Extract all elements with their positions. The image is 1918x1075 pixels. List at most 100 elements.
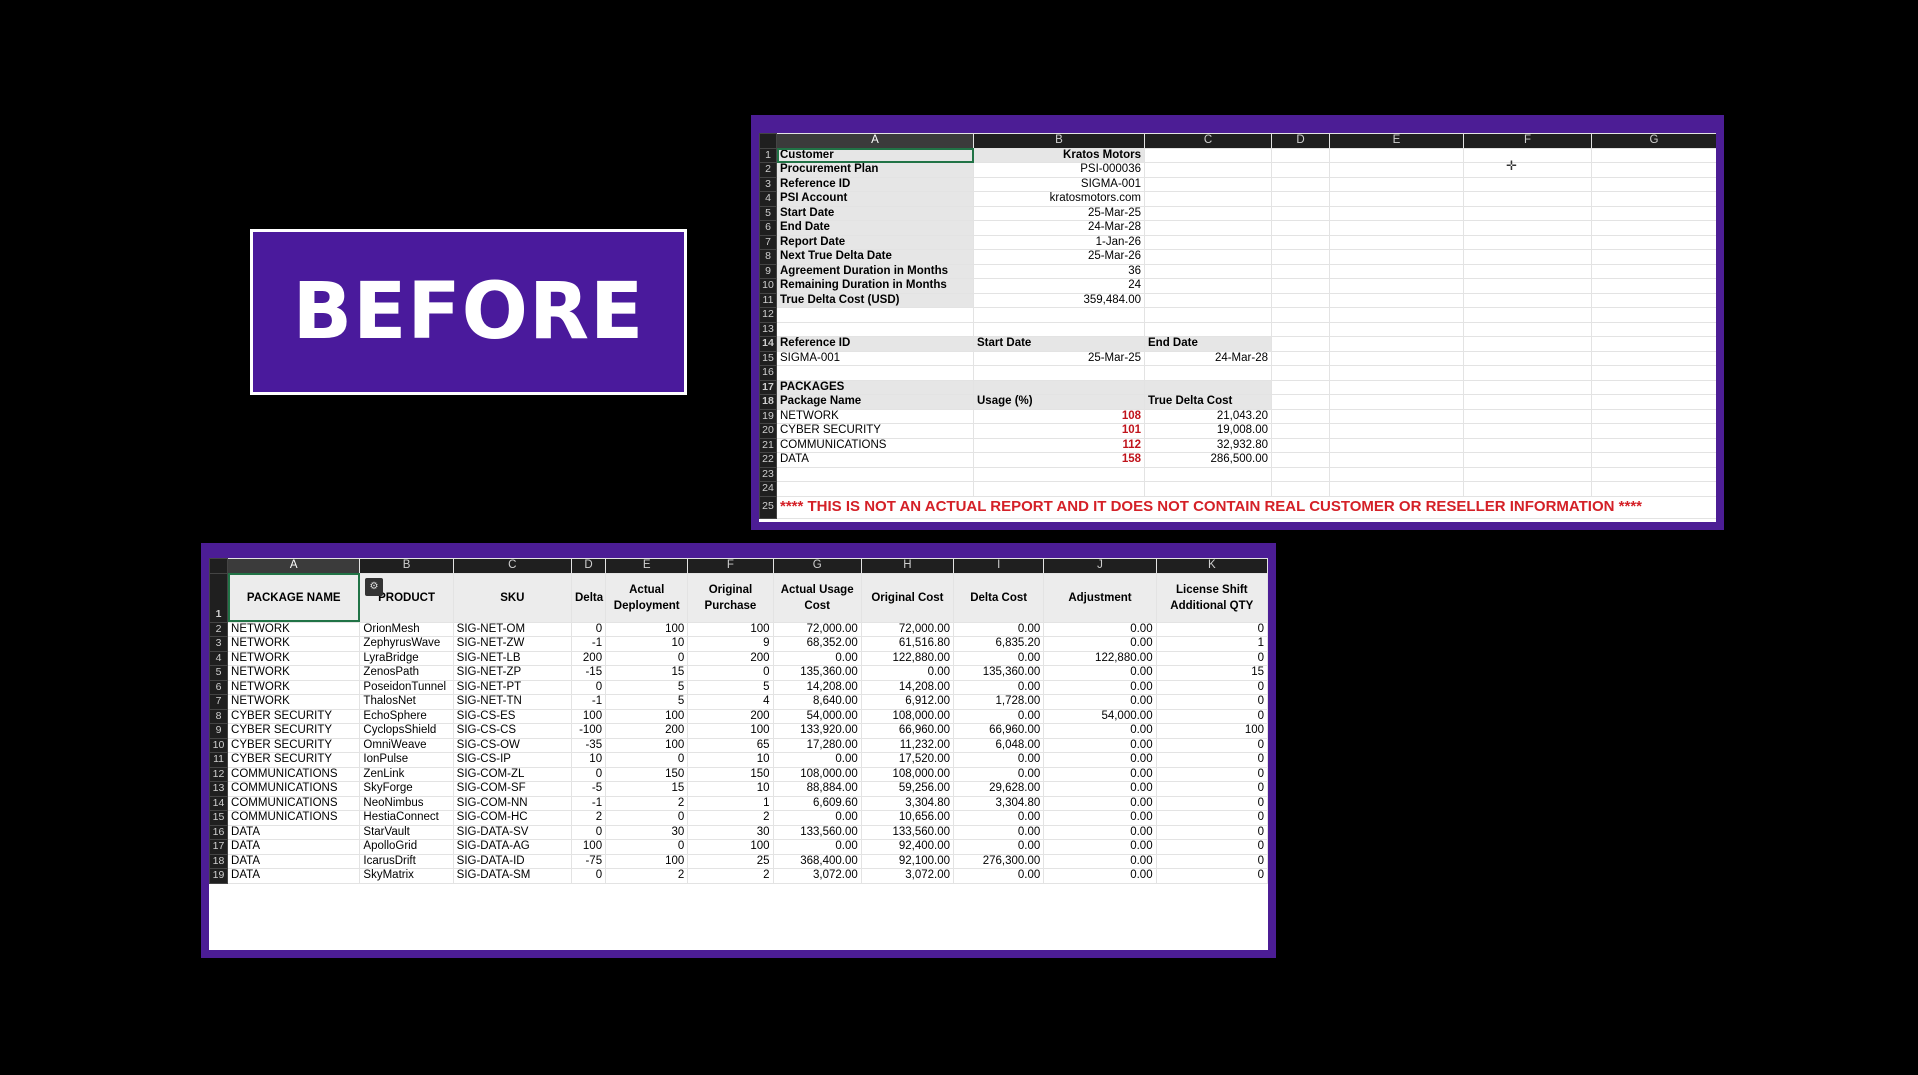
cell[interactable] [1271,234,1330,250]
row-header[interactable]: 25 [759,495,777,519]
table-cell[interactable]: 54,000.00 [1043,708,1157,724]
table-cell[interactable]: 30 [605,824,689,840]
row-header[interactable]: 9 [209,723,229,739]
package-cost[interactable]: 286,500.00 [1144,452,1272,468]
row-header[interactable]: 17 [209,839,229,855]
table-cell[interactable]: 2 [605,868,689,884]
info-label[interactable]: End Date [776,220,974,236]
row-header[interactable]: 9 [759,263,777,279]
table-cell[interactable]: HestiaConnect [359,810,454,826]
table-cell[interactable]: 4 [687,694,774,710]
cell[interactable] [1271,466,1330,482]
cell[interactable] [1591,321,1716,337]
table-cell[interactable]: NETWORK [227,694,361,710]
header-cell[interactable]: SKU [452,572,573,623]
cell[interactable] [1463,162,1592,178]
cell[interactable] [973,466,1145,482]
info-label[interactable]: PSI Account [776,191,974,207]
table-cell[interactable]: ZenLink [359,766,454,782]
table-cell[interactable]: 200 [687,650,774,666]
table-cell[interactable]: 5 [605,679,689,695]
column-header-k[interactable]: K [1155,558,1268,574]
cell[interactable] [776,365,974,381]
row-header[interactable]: 13 [759,321,777,337]
row-header[interactable]: 15 [209,810,229,826]
info-value[interactable]: PSI-000036 [973,162,1145,178]
cell[interactable] [1329,205,1464,221]
row-header[interactable]: 12 [759,307,777,323]
table-cell[interactable]: SIG-NET-LB [452,650,573,666]
row-header[interactable]: 1 [209,572,229,623]
table-cell[interactable]: 0 [605,650,689,666]
table-cell[interactable]: 29,628.00 [953,781,1045,797]
row-header[interactable]: 2 [209,621,229,637]
cell[interactable] [1591,292,1716,308]
cell[interactable] [1329,278,1464,294]
table-cell[interactable]: 0 [1155,810,1268,826]
table-cell[interactable]: 6,048.00 [953,737,1045,753]
info-label[interactable]: Reference ID [776,176,974,192]
cell[interactable] [1271,394,1330,410]
table-cell[interactable]: 2 [570,810,607,826]
header-cell[interactable]: Adjustment [1043,572,1157,623]
row-header[interactable]: 24 [759,481,777,497]
table-cell[interactable]: CYBER SECURITY [227,737,361,753]
table-cell[interactable]: SIG-NET-ZW [452,636,573,652]
cell[interactable] [973,307,1145,323]
table-cell[interactable]: StarVault [359,824,454,840]
cell[interactable] [1463,336,1592,352]
table-cell[interactable]: SIG-DATA-ID [452,853,573,869]
package-usage[interactable]: 101 [973,423,1145,439]
cell[interactable] [776,307,974,323]
cell[interactable] [1463,220,1592,236]
table-cell[interactable]: 0.00 [1043,766,1157,782]
column-header-d[interactable]: D [570,558,607,574]
info-label[interactable]: Customer [776,147,974,163]
table-cell[interactable]: 5 [605,694,689,710]
table-cell[interactable]: COMMUNICATIONS [227,781,361,797]
cell[interactable] [1329,263,1464,279]
row-header[interactable]: 6 [209,679,229,695]
row-header[interactable]: 14 [209,795,229,811]
table-cell[interactable]: 17,520.00 [860,752,955,768]
row-header[interactable]: 7 [759,234,777,250]
table-cell[interactable]: ThalosNet [359,694,454,710]
row-header[interactable]: 12 [209,766,229,782]
cell[interactable] [1144,321,1272,337]
table-cell[interactable]: 276,300.00 [953,853,1045,869]
cell[interactable] [1144,220,1272,236]
row-header[interactable]: 19 [759,408,777,424]
table-cell[interactable]: SkyMatrix [359,868,454,884]
table-cell[interactable]: 100 [605,853,689,869]
cell[interactable] [1271,379,1330,395]
table-cell[interactable]: 100 [687,723,774,739]
table-cell[interactable]: CyclopsShield [359,723,454,739]
cell[interactable] [1463,466,1592,482]
column-header-c[interactable]: C [1144,133,1272,149]
cell[interactable] [1329,176,1464,192]
table-cell[interactable]: NETWORK [227,650,361,666]
cell[interactable] [1591,394,1716,410]
table-cell[interactable]: NeoNimbus [359,795,454,811]
select-all-corner[interactable] [209,558,229,574]
table-cell[interactable]: 72,000.00 [860,621,955,637]
table-cell[interactable]: 0 [1155,839,1268,855]
cell[interactable] [1591,220,1716,236]
cell[interactable] [1463,176,1592,192]
package-name[interactable]: CYBER SECURITY [776,423,974,439]
table-cell[interactable]: -35 [570,737,607,753]
cell[interactable] [1329,307,1464,323]
table-cell[interactable]: 92,100.00 [860,853,955,869]
table-cell[interactable]: 3,304.80 [860,795,955,811]
table-cell[interactable]: 61,516.80 [860,636,955,652]
table-cell[interactable]: SIG-COM-HC [452,810,573,826]
cell[interactable] [1329,365,1464,381]
info-value[interactable]: 36 [973,263,1145,279]
table-cell[interactable]: 10 [605,636,689,652]
cell[interactable] [973,365,1145,381]
table-cell[interactable]: SIG-DATA-SV [452,824,573,840]
info-label[interactable]: True Delta Cost (USD) [776,292,974,308]
cell[interactable] [1144,234,1272,250]
cell[interactable] [1329,452,1464,468]
package-name[interactable]: COMMUNICATIONS [776,437,974,453]
